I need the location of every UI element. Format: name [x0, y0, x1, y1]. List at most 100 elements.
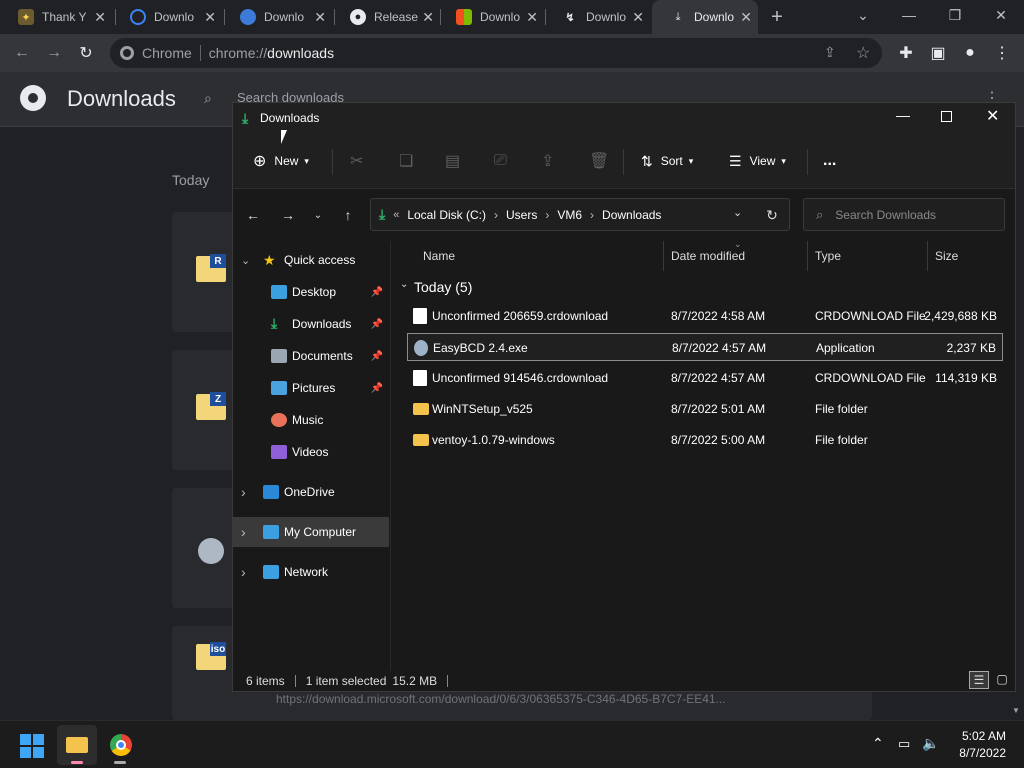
- nav-item-network[interactable]: › Network: [233, 557, 389, 587]
- tab-label: Downlo: [154, 10, 195, 24]
- nav-item-my-computer[interactable]: › My Computer: [233, 517, 389, 547]
- file-explorer-taskbar-button[interactable]: [57, 725, 97, 765]
- nav-item-music[interactable]: Music: [233, 405, 389, 435]
- nav-item-pictures[interactable]: Pictures 📌: [233, 373, 389, 403]
- view-button[interactable]: ☰ View ▾: [729, 145, 786, 177]
- chevron-down-icon[interactable]: ⌄: [733, 206, 742, 219]
- url-prefix: chrome://: [208, 45, 268, 61]
- close-icon[interactable]: ✕: [632, 9, 644, 26]
- nav-item-quick-access[interactable]: ⌄ ★ Quick access: [233, 245, 389, 275]
- network-status-icon[interactable]: ▭: [898, 736, 910, 752]
- sort-button[interactable]: ⇅ Sort ▾: [641, 145, 693, 177]
- nav-item-desktop[interactable]: Desktop 📌: [233, 277, 389, 307]
- file-row[interactable]: Unconfirmed 206659.crdownload 8/7/2022 4:…: [407, 302, 1003, 330]
- forward-icon[interactable]: →: [278, 205, 298, 225]
- download-url[interactable]: https://download.microsoft.com/download/…: [276, 692, 726, 706]
- tab-2[interactable]: Downlo ✕: [112, 0, 222, 34]
- nav-item-videos[interactable]: Videos: [233, 437, 389, 467]
- tab-4[interactable]: ● Release ✕: [332, 0, 440, 34]
- details-view-icon[interactable]: ☰: [969, 671, 989, 689]
- file-row[interactable]: ventoy-1.0.79-windows 8/7/2022 5:00 AM Fil…: [407, 426, 1003, 454]
- bookmark-star-icon[interactable]: ☆: [856, 43, 870, 63]
- search-downloads-field[interactable]: ⌕ Search Downloads: [803, 198, 1005, 231]
- rename-icon[interactable]: ⎚: [494, 145, 507, 177]
- nav-item-documents[interactable]: Documents 📌: [233, 341, 389, 371]
- chevron-down-icon[interactable]: ⌄: [241, 254, 250, 267]
- address-bar[interactable]: Chrome chrome://downloads ⇪ ☆: [110, 38, 882, 68]
- tab-1[interactable]: ✦ Thank Y ✕: [0, 0, 112, 34]
- maximize-icon[interactable]: [941, 111, 952, 122]
- close-window-icon[interactable]: ✕: [978, 0, 1024, 30]
- tab-6[interactable]: ↯ Downlo ✕: [544, 0, 650, 34]
- recent-locations-icon[interactable]: ⌄: [308, 205, 328, 225]
- tab-label: Downlo: [264, 10, 305, 24]
- site-label: Chrome: [142, 45, 192, 61]
- restore-icon[interactable]: ❐: [932, 0, 978, 30]
- menu-icon[interactable]: ⋮: [991, 42, 1013, 64]
- breadcrumb-vm6[interactable]: VM6: [557, 208, 582, 222]
- column-name[interactable]: Name: [408, 241, 664, 271]
- tab-3[interactable]: Downlo ✕: [222, 0, 332, 34]
- tab-5[interactable]: Downlo ✕: [438, 0, 544, 34]
- new-tab-icon[interactable]: +: [766, 6, 788, 28]
- close-icon[interactable]: ✕: [94, 9, 106, 26]
- volume-icon[interactable]: 🔈: [922, 735, 939, 752]
- breadcrumb-users[interactable]: Users: [506, 208, 537, 222]
- back-icon[interactable]: ←: [11, 42, 33, 64]
- tab-search-icon[interactable]: ⌄: [840, 0, 886, 30]
- file-row[interactable]: Unconfirmed 914546.crdownload 8/7/2022 4:…: [407, 364, 1003, 392]
- close-icon[interactable]: ✕: [986, 106, 999, 126]
- sort-indicator-icon: ⌄: [734, 239, 742, 249]
- file-row[interactable]: EasyBCD 2.4.exe 8/7/2022 4:57 AM Applicati…: [407, 333, 1003, 361]
- nav-item-onedrive[interactable]: › OneDrive: [233, 477, 389, 507]
- collapse-group-icon[interactable]: ⌄: [400, 279, 408, 290]
- chrome-taskbar-icon[interactable]: [110, 734, 132, 756]
- tab-label: Downlo: [694, 10, 735, 24]
- extensions-icon[interactable]: ✚: [895, 42, 917, 64]
- chevron-right-icon[interactable]: ›: [241, 484, 246, 500]
- back-icon[interactable]: ←: [243, 205, 263, 225]
- clock-time[interactable]: 5:02 AM: [958, 729, 1006, 743]
- start-windows-icon[interactable]: [20, 734, 44, 758]
- chrome-logo-icon: [20, 85, 46, 111]
- delete-icon[interactable]: 🗑: [589, 145, 609, 177]
- chevron-right-icon[interactable]: ›: [241, 524, 246, 540]
- column-type[interactable]: Type: [808, 241, 928, 271]
- new-button[interactable]: ⊕ New ▾: [253, 145, 309, 177]
- minimize-icon[interactable]: —: [886, 0, 932, 30]
- reload-icon[interactable]: ↻: [75, 42, 97, 64]
- up-icon[interactable]: ↑: [338, 205, 358, 225]
- explorer-address-bar[interactable]: ⤓ « Local Disk (C:) › Users › VM6 › Down…: [370, 198, 790, 231]
- scroll-down-icon[interactable]: ▼: [1012, 706, 1020, 715]
- nav-item-downloads[interactable]: ⤓ Downloads 📌: [233, 309, 389, 339]
- close-icon[interactable]: ✕: [422, 9, 434, 26]
- share-icon[interactable]: ⇪: [824, 44, 836, 61]
- copy-icon[interactable]: ❏: [399, 145, 413, 177]
- breadcrumb-downloads[interactable]: Downloads: [602, 208, 661, 222]
- minimize-icon[interactable]: —: [896, 107, 910, 123]
- close-icon[interactable]: ✕: [740, 9, 752, 26]
- close-icon[interactable]: ✕: [526, 9, 538, 26]
- profile-icon[interactable]: ●: [959, 42, 981, 64]
- see-more-button[interactable]: ...: [823, 145, 836, 177]
- column-size[interactable]: Size: [928, 241, 1008, 271]
- refresh-icon[interactable]: ↻: [762, 205, 782, 225]
- clock-date[interactable]: 8/7/2022: [950, 746, 1006, 760]
- show-hidden-icons[interactable]: ⌃: [872, 735, 884, 752]
- file-row[interactable]: WinNTSetup_v525 8/7/2022 5:01 AM File fold…: [407, 395, 1003, 423]
- file-name: EasyBCD 2.4.exe: [433, 341, 528, 355]
- tiles-view-icon[interactable]: ▢: [993, 671, 1011, 689]
- cut-icon[interactable]: ✂: [350, 145, 363, 177]
- nav-label: Quick access: [284, 253, 356, 267]
- overflow-icon[interactable]: «: [393, 209, 399, 221]
- group-header[interactable]: Today (5): [414, 279, 472, 295]
- share-icon[interactable]: ⇪: [541, 145, 554, 177]
- forward-icon[interactable]: →: [43, 42, 65, 64]
- close-icon[interactable]: ✕: [204, 9, 216, 26]
- close-icon[interactable]: ✕: [314, 9, 326, 26]
- paste-icon[interactable]: ▤: [445, 145, 460, 177]
- breadcrumb-local-disk[interactable]: Local Disk (C:): [407, 208, 486, 222]
- chevron-right-icon[interactable]: ›: [241, 564, 246, 580]
- side-panel-icon[interactable]: ▣: [927, 42, 949, 64]
- tab-7-active[interactable]: ⤓ Downlo ✕: [652, 0, 758, 34]
